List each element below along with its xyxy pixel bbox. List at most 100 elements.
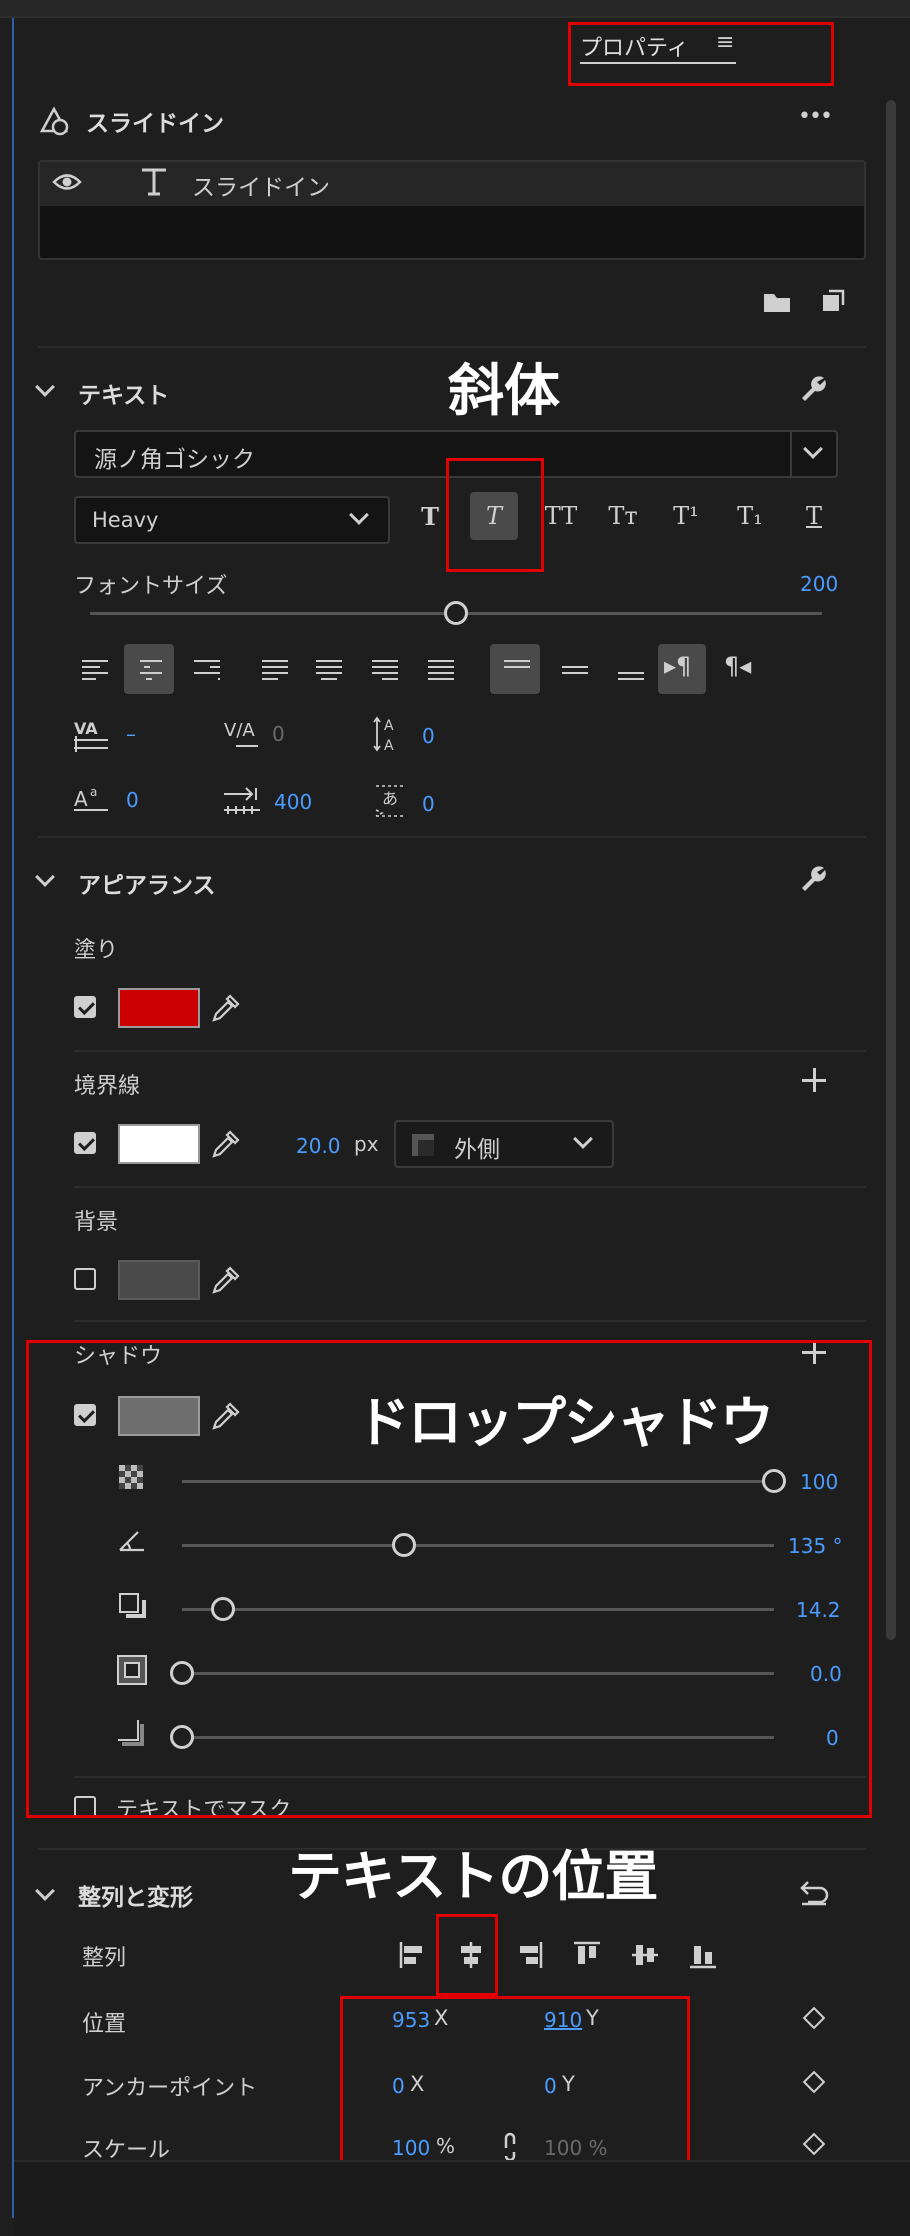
eyedropper-icon[interactable] bbox=[210, 994, 240, 1024]
svg-text:a: a bbox=[90, 785, 97, 799]
fill-checkbox[interactable] bbox=[74, 996, 96, 1018]
tsume-icon: あ bbox=[375, 785, 404, 817]
chevron-down-icon[interactable] bbox=[35, 867, 55, 887]
superscript-button[interactable]: T¹ bbox=[666, 502, 706, 530]
background-color-swatch[interactable] bbox=[118, 1260, 200, 1300]
svg-text:A: A bbox=[74, 787, 88, 811]
svg-text:あ: あ bbox=[382, 789, 398, 808]
align-center-icon[interactable] bbox=[138, 660, 164, 682]
stroke-checkbox[interactable] bbox=[74, 1132, 96, 1154]
all-caps-button[interactable]: TT bbox=[540, 502, 582, 530]
fill-color-swatch[interactable] bbox=[118, 988, 200, 1028]
font-size-value[interactable]: 200 bbox=[800, 572, 838, 596]
position-label: 位置 bbox=[82, 2012, 127, 2037]
wrench-icon[interactable] bbox=[798, 864, 828, 894]
vertical-align-top-icon[interactable] bbox=[504, 656, 530, 678]
add-stroke-icon[interactable] bbox=[802, 1068, 826, 1092]
align-vertical-center-icon[interactable] bbox=[630, 1940, 660, 1970]
font-size-slider-knob[interactable] bbox=[444, 601, 468, 625]
keyframe-diamond-icon[interactable] bbox=[802, 2006, 826, 2030]
annotation-box-align bbox=[436, 1914, 498, 1996]
scrollbar-thumb[interactable] bbox=[886, 100, 896, 1640]
underline-button[interactable]: T bbox=[796, 502, 832, 530]
eyedropper-icon[interactable] bbox=[210, 1266, 240, 1296]
stroke-position-dropdown[interactable]: 外側 bbox=[394, 1120, 614, 1168]
divider bbox=[74, 1050, 866, 1052]
stroke-position-value: 外側 bbox=[454, 1137, 500, 1163]
chevron-down-icon bbox=[573, 1129, 593, 1149]
annotation-box-shadow bbox=[26, 1340, 872, 1818]
background-checkbox[interactable] bbox=[74, 1268, 96, 1290]
top-strip bbox=[0, 0, 910, 18]
subscript-button[interactable]: T₁ bbox=[730, 502, 770, 530]
font-size-label: フォントサイズ bbox=[74, 574, 228, 599]
align-right-edges-icon[interactable] bbox=[514, 1940, 544, 1970]
justify-all-icon[interactable] bbox=[428, 660, 454, 682]
chevron-down-icon[interactable] bbox=[35, 377, 55, 397]
justify-left-icon[interactable] bbox=[262, 660, 288, 682]
kerning-icon: VA bbox=[74, 719, 108, 752]
panel-footer bbox=[14, 2162, 910, 2236]
anchor-label: アンカーポイント bbox=[82, 2076, 258, 2101]
fill-label: 塗り bbox=[74, 938, 119, 963]
annotation-box-tab bbox=[568, 22, 834, 86]
tab-width-value[interactable]: 400 bbox=[274, 790, 312, 814]
wrench-icon[interactable] bbox=[798, 374, 828, 404]
faux-bold-button[interactable]: T bbox=[412, 502, 448, 531]
chevron-down-icon[interactable] bbox=[35, 1881, 55, 1901]
align-bottom-edges-icon[interactable] bbox=[688, 1940, 718, 1970]
stroke-label: 境界線 bbox=[74, 1074, 141, 1099]
font-weight-dropdown[interactable]: Heavy bbox=[74, 496, 390, 544]
small-caps-button[interactable]: Tт bbox=[602, 502, 644, 530]
text-section-title[interactable]: テキスト bbox=[78, 376, 169, 410]
stroke-width-value[interactable]: 20.0 bbox=[296, 1134, 341, 1158]
eyedropper-icon[interactable] bbox=[210, 1130, 240, 1160]
stroke-outer-icon bbox=[412, 1134, 434, 1156]
new-item-icon[interactable] bbox=[820, 288, 846, 314]
vertical-align-middle-icon[interactable] bbox=[562, 656, 588, 678]
folder-icon[interactable] bbox=[762, 290, 792, 314]
justify-right-icon[interactable] bbox=[372, 660, 398, 682]
stroke-color-swatch[interactable] bbox=[118, 1124, 200, 1164]
annotation-italic-label: 斜体 bbox=[448, 359, 560, 424]
layer-title: スライドイン bbox=[86, 111, 224, 137]
tsume-value[interactable]: 0 bbox=[422, 792, 435, 816]
svg-text:A: A bbox=[384, 718, 394, 734]
tracking-value[interactable]: 0 bbox=[272, 722, 285, 746]
tab-width-icon bbox=[224, 787, 260, 814]
leading-icon: A A bbox=[373, 716, 394, 754]
text-direction-ltr-icon[interactable]: ▸¶ bbox=[664, 652, 691, 680]
svg-text:V/A: V/A bbox=[224, 720, 255, 741]
keyframe-diamond-icon[interactable] bbox=[802, 2070, 826, 2094]
reset-icon[interactable] bbox=[798, 1878, 830, 1906]
stroke-unit: px bbox=[354, 1132, 379, 1156]
justify-center-icon[interactable] bbox=[316, 660, 342, 682]
chevron-down-icon bbox=[803, 439, 823, 459]
align-left-edges-icon[interactable] bbox=[398, 1940, 428, 1970]
text-layer-icon bbox=[142, 168, 166, 196]
layer-row-label: スライドイン bbox=[192, 175, 330, 201]
vertical-align-bottom-icon[interactable] bbox=[618, 656, 644, 680]
chevron-down-icon bbox=[349, 505, 369, 525]
align-label: 整列 bbox=[82, 1946, 127, 1971]
appearance-section-title[interactable]: アピアランス bbox=[78, 866, 216, 900]
baseline-shift-icon: A a bbox=[74, 785, 108, 811]
keyframe-diamond-icon[interactable] bbox=[802, 2132, 826, 2156]
leading-value[interactable]: 0 bbox=[422, 724, 435, 748]
align-left-icon[interactable] bbox=[82, 660, 108, 682]
eye-icon[interactable] bbox=[52, 171, 82, 193]
more-options-icon[interactable]: ••• bbox=[798, 104, 833, 129]
baseline-shift-value[interactable]: 0 bbox=[126, 788, 139, 812]
background-label: 背景 bbox=[74, 1210, 119, 1235]
annotation-text-position-label: テキストの位置 bbox=[288, 1845, 658, 1908]
align-top-edges-icon[interactable] bbox=[572, 1940, 602, 1970]
divider bbox=[74, 1320, 866, 1322]
annotation-box-italic bbox=[446, 458, 544, 572]
svg-text:A: A bbox=[384, 738, 394, 754]
text-direction-rtl-icon[interactable]: ¶◂ bbox=[724, 652, 751, 680]
kerning-value[interactable]: – bbox=[126, 722, 136, 746]
align-right-icon[interactable] bbox=[194, 660, 220, 682]
divider bbox=[38, 836, 866, 838]
panel-focus-edge bbox=[12, 18, 14, 2218]
transform-section-title[interactable]: 整列と変形 bbox=[78, 1878, 193, 1912]
